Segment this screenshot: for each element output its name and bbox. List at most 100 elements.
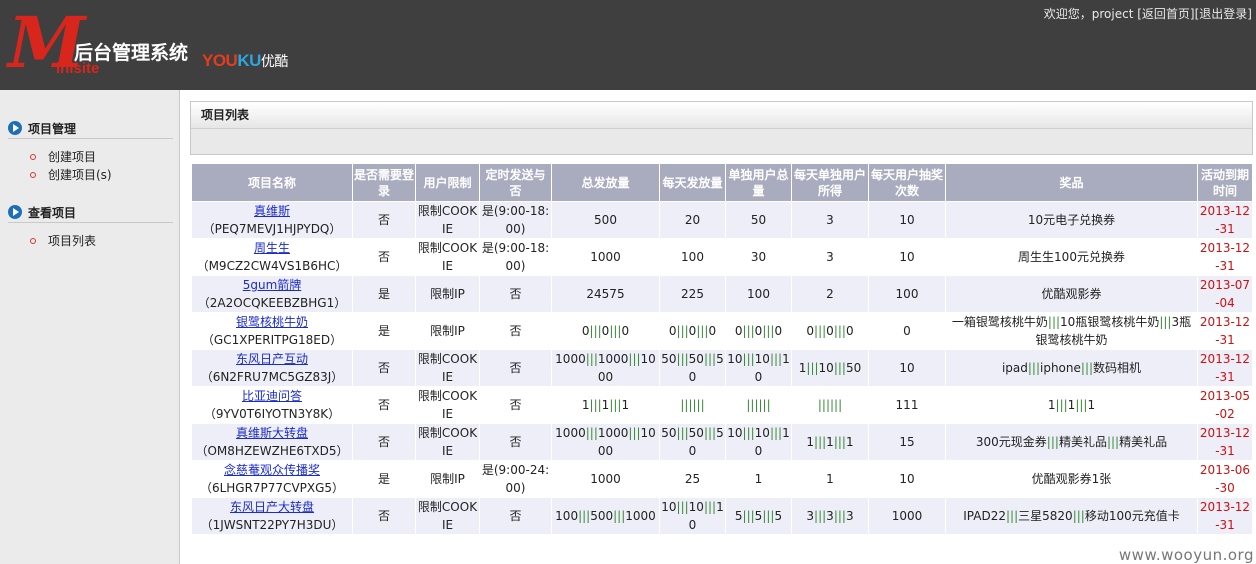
- cell-prize: IPAD22|||三星5820|||移动100元充值卡: [945, 497, 1198, 535]
- cell-project-name: 银鹭核桃牛奶 （GC1XPERITPG18ED）: [191, 312, 353, 350]
- cell-daily: 50|||50|||50: [659, 423, 726, 461]
- home-link[interactable]: [返回首页]: [1137, 7, 1194, 21]
- cell-daily: 0|||0|||0: [659, 312, 726, 350]
- cell-limit: 限制COOKIE: [415, 423, 480, 461]
- sidebar-item-label: 项目列表: [48, 234, 97, 248]
- cell-expire: 2013-06-30: [1197, 460, 1253, 498]
- cell-user-total: 0|||0|||0: [725, 312, 792, 350]
- header-bar: M inisite 后台管理系统 YOUKU优酷 欢迎您，project [返回…: [0, 0, 1256, 90]
- sidebar-group-title[interactable]: 项目管理: [8, 120, 173, 139]
- cell-limit: 限制IP: [415, 275, 480, 313]
- cell-daily: 10|||10|||10: [659, 497, 726, 535]
- cell-draws: 10: [868, 349, 946, 387]
- sidebar-group-project-manage: 项目管理 创建项目 创建项目(s): [8, 120, 173, 184]
- cell-expire: 2013-12-31: [1197, 238, 1253, 276]
- project-link[interactable]: 念慈菴观众传播奖: [224, 463, 320, 477]
- sidebar-item-create-project[interactable]: 创建项目: [8, 148, 173, 166]
- cell-total: 1000: [551, 460, 660, 498]
- cell-user-daily: 3: [791, 238, 869, 276]
- project-link[interactable]: 比亚迪问答: [242, 389, 302, 403]
- cell-daily: ||||||: [659, 386, 726, 424]
- cell-expire: 2013-05-02: [1197, 386, 1253, 424]
- cell-daily: 225: [659, 275, 726, 313]
- cell-expire: 2013-12-31: [1197, 201, 1253, 239]
- logout-link[interactable]: [退出登录]: [1195, 7, 1252, 21]
- cell-timed: 否: [479, 423, 552, 461]
- cell-user-total: 100: [725, 275, 792, 313]
- project-code: （9YV0T6IYOTN3Y8K）: [203, 407, 341, 421]
- table-row: 东风日产互动 （6N2FRU7MC5GZ83J）否限制COOKIE 否 1000|||…: [191, 349, 1253, 387]
- cell-project-name: 真维斯 （PEQ7MEVJ1HJPYDQ）: [191, 201, 353, 239]
- youku-logo-you: YOU: [202, 51, 238, 70]
- cell-expire: 2013-12-31: [1197, 349, 1253, 387]
- logo-title: 后台管理系统: [74, 42, 189, 64]
- project-link[interactable]: 周生生: [254, 241, 290, 255]
- cell-daily: 25: [659, 460, 726, 498]
- column-header: 每天发放量: [659, 163, 726, 202]
- cell-total: 1|||1|||1: [551, 386, 660, 424]
- cell-draws: 100: [868, 275, 946, 313]
- project-code: （1JWSNT22PY7H3DU）: [200, 518, 344, 532]
- youku-logo-cn: 优酷: [260, 54, 289, 70]
- column-header: 总发放量: [551, 163, 660, 202]
- table-row: 5gum箭牌 （2A2OCQKEEBZBHG1）是限制IP 否 24575 225 100…: [191, 275, 1253, 313]
- table-row: 真维斯 （PEQ7MEVJ1HJPYDQ） 否限制COOKIE 是(9:00-18:0…: [191, 201, 1253, 239]
- sidebar-item-label: 创建项目: [48, 150, 97, 164]
- cell-limit: 限制IP: [415, 312, 480, 350]
- user-bar: 欢迎您，project [返回首页][退出登录]: [1044, 5, 1252, 22]
- cell-prize: ipad|||iphone|||数码相机: [945, 349, 1198, 387]
- project-code: （OM8HZEWZHE6TXD5）: [195, 444, 349, 458]
- bullet-icon: [30, 154, 36, 160]
- cell-draws: 0: [868, 312, 946, 350]
- cell-total: 1000: [551, 238, 660, 276]
- cell-user-total: 50: [725, 201, 792, 239]
- sidebar-group-title[interactable]: 查看项目: [8, 204, 173, 223]
- cell-user-total: 5|||5|||5: [725, 497, 792, 535]
- sidebar-item-project-list[interactable]: 项目列表: [8, 232, 173, 250]
- project-link[interactable]: 5gum箭牌: [243, 278, 302, 292]
- cell-limit: 限制COOKIE: [415, 349, 480, 387]
- cell-draws: 10: [868, 201, 946, 239]
- project-code: （PEQ7MEVJ1HJPYDQ）: [202, 222, 342, 236]
- sidebar-item-label: 创建项目(s): [48, 168, 112, 182]
- cell-draws: 15: [868, 423, 946, 461]
- cell-login: 否: [352, 423, 416, 461]
- youku-logo: YOUKU优酷: [202, 51, 288, 71]
- cell-user-daily: 3: [791, 201, 869, 239]
- cell-project-name: 念慈菴观众传播奖 （6LHGR7P77CVPXG5）: [191, 460, 353, 498]
- sidebar-group-label: 项目管理: [28, 122, 77, 136]
- project-link[interactable]: 真维斯: [254, 204, 290, 218]
- project-list-panel: 项目列表: [190, 101, 1253, 155]
- cell-prize: 1|||1|||1: [945, 386, 1198, 424]
- project-link[interactable]: 东风日产大转盘: [230, 500, 314, 514]
- cell-user-daily: 1|||10|||50: [791, 349, 869, 387]
- cell-draws: 111: [868, 386, 946, 424]
- watermark: www.wooyun.org: [1118, 546, 1254, 564]
- panel-toolbar: [191, 129, 1252, 154]
- cell-user-total: 1: [725, 460, 792, 498]
- cell-login: 否: [352, 238, 416, 276]
- cell-expire: 2013-12-31: [1197, 312, 1253, 350]
- cell-daily: 20: [659, 201, 726, 239]
- cell-login: 是: [352, 460, 416, 498]
- column-header: 用户限制: [415, 163, 480, 202]
- project-link[interactable]: 东风日产互动: [236, 352, 308, 366]
- project-table: 项目名称 是否需要登录 用户限制 定时发送与否 总发放量 每天发放量 单独用户总量 每天单独用…: [191, 163, 1253, 535]
- table-row: 银鹭核桃牛奶 （GC1XPERITPG18ED）是限制IP 否 0|||0|||0 0|…: [191, 312, 1253, 350]
- project-code: （M9CZ2CW4VS1B6HC）: [196, 259, 348, 273]
- cell-draws: 10: [868, 238, 946, 276]
- project-link[interactable]: 真维斯大转盘: [236, 426, 308, 440]
- project-code: （6LHGR7P77CVPXG5）: [199, 481, 345, 495]
- table-row: 东风日产大转盘 （1JWSNT22PY7H3DU）否限制COOKIE 否 100|||…: [191, 497, 1253, 535]
- cell-prize: 优酷观影券1张: [945, 460, 1198, 498]
- sidebar-item-create-projects[interactable]: 创建项目(s): [8, 166, 173, 184]
- cell-total: 24575: [551, 275, 660, 313]
- sidebar-group-label: 查看项目: [28, 206, 77, 220]
- cell-total: 1000|||1000|||1000: [551, 423, 660, 461]
- column-header: 单独用户总量: [725, 163, 792, 202]
- cell-timed: 否: [479, 386, 552, 424]
- project-link[interactable]: 银鹭核桃牛奶: [236, 315, 308, 329]
- cell-project-name: 周生生 （M9CZ2CW4VS1B6HC）: [191, 238, 353, 276]
- table-header-row: 项目名称 是否需要登录 用户限制 定时发送与否 总发放量 每天发放量 单独用户总量 每天单独用…: [191, 163, 1253, 202]
- cell-draws: 10: [868, 460, 946, 498]
